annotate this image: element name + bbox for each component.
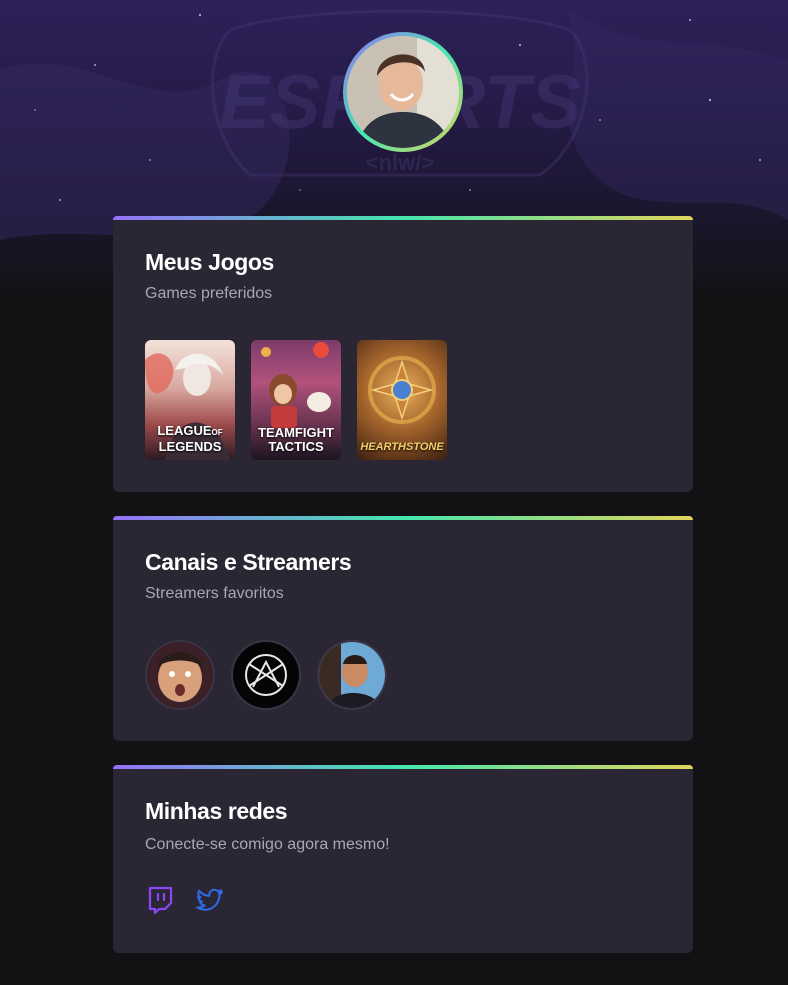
games-list: LEAGUEOF LEGENDS TEAMFIGHT TACTICS HEART… [145,340,661,460]
streamer-3 [319,642,385,708]
games-card: Meus Jogos Games preferidos LEAGUEOF LEG… [113,216,693,492]
streamers-card-title: Canais e Streamers [145,549,352,575]
streamers-list [145,640,661,710]
social-card-title: Minhas redes [145,798,288,824]
social-card-subtitle: Conecte-se comigo agora mesmo! [145,836,390,853]
profile-photo [347,36,459,148]
social-links [145,885,661,915]
streamers-card-subtitle: Streamers favoritos [145,585,284,602]
streamer-avatar-2[interactable] [231,640,301,710]
streamer-avatar-3[interactable] [317,640,387,710]
streamer-avatar-1[interactable] [145,640,215,710]
games-card-title: Meus Jogos [145,249,274,275]
game-league-of-legends[interactable]: LEAGUEOF LEGENDS [145,340,235,460]
twitter-icon[interactable] [195,885,225,915]
streamer-1 [147,642,213,708]
streamer-2-logo [233,642,299,708]
svg-text:<nlw/>: <nlw/> [366,150,434,175]
profile-avatar [343,32,463,152]
game-hearthstone[interactable]: HEARTHSTONE [357,340,447,460]
games-card-subtitle: Games preferidos [145,285,273,302]
twitch-icon[interactable] [145,885,175,915]
social-card: Minhas redes Conecte-se comigo agora mes… [113,765,693,953]
streamers-card: Canais e Streamers Streamers favoritos [113,516,693,741]
game-teamfight-tactics[interactable]: TEAMFIGHT TACTICS [251,340,341,460]
